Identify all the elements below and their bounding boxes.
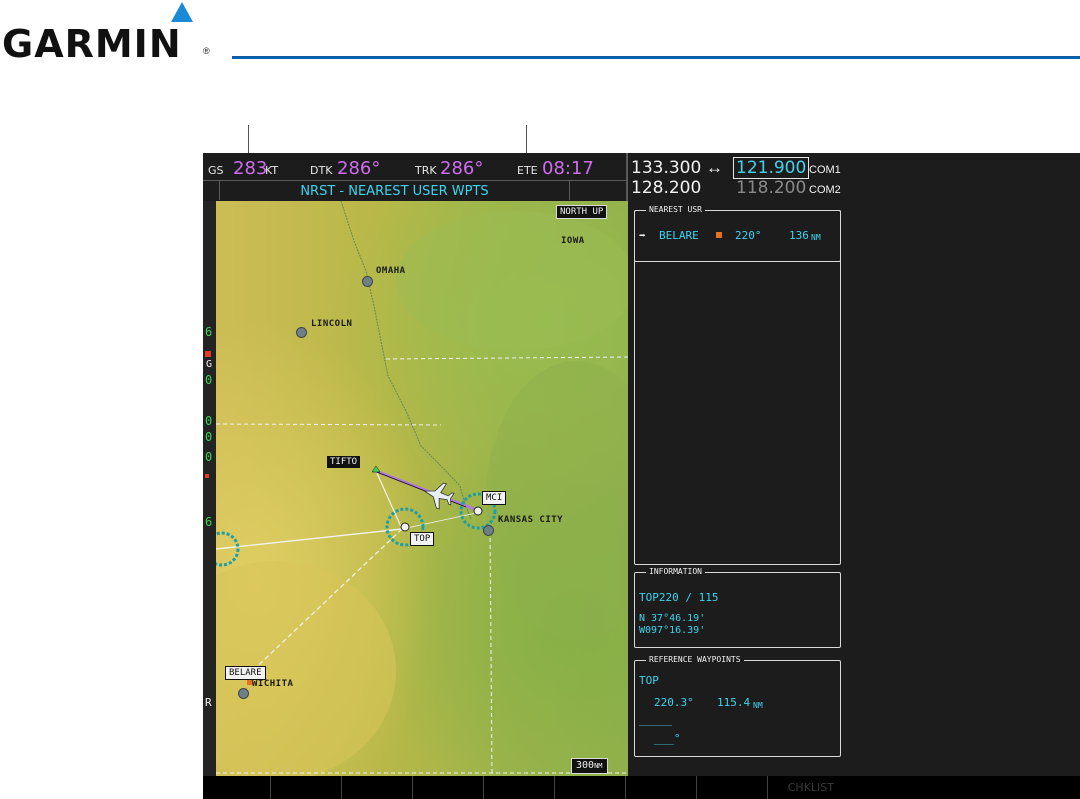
strip-red-dot (205, 474, 209, 478)
nearest-usr-list (634, 210, 841, 565)
belare-waypoint-label[interactable]: BELARE (225, 666, 266, 680)
reference-waypoint-1-bearing: 220.3° (654, 696, 694, 709)
map-orientation-label: NORTH UP (556, 205, 608, 219)
arrow-right-icon: ➡ (639, 229, 646, 242)
map-overlay (216, 201, 628, 777)
navbar-divider-right (569, 180, 570, 200)
com1-active[interactable]: 133.300 (631, 158, 701, 178)
wichita-marker[interactable] (238, 688, 249, 699)
strip-digit-6: 6 (205, 515, 213, 529)
wichita-label: WICHITA (252, 679, 294, 689)
information-name: TOP220 / 115 (639, 591, 719, 604)
gs-label: GS (208, 164, 224, 177)
com1-label: COM1 (809, 164, 841, 176)
aircraft-icon (423, 482, 455, 510)
strip-digit-5: 0 (205, 450, 213, 464)
strip-digit-1: 6 (205, 325, 213, 339)
reference-waypoint-1-unit: NM (753, 701, 763, 710)
map-range-value: 300 (576, 760, 595, 771)
strip-red-marker (205, 351, 211, 357)
tifto-waypoint-label[interactable]: TIFTO (327, 456, 361, 468)
trk-label: TRK (415, 164, 437, 177)
strip-letter-r: R (205, 696, 212, 709)
map-range[interactable]: 300NM (571, 758, 608, 774)
strip-digit-3: 0 (205, 414, 213, 428)
mfd-screen: GS 283 KT DTK 286° TRK 286° ETE 08:17 NR… (203, 153, 1080, 799)
softkey-6[interactable] (555, 776, 626, 799)
gs-value: 283 (233, 158, 268, 179)
dtk-label: DTK (310, 164, 333, 177)
com1-standby[interactable]: 121.900 (733, 157, 810, 179)
strip-digit-4: 0 (205, 430, 213, 444)
page-title: NRST - NEAREST USER WPTS (300, 184, 489, 199)
reference-waypoint-1-distance: 115.4 (717, 696, 751, 709)
reference-waypoint-1-name[interactable]: TOP (639, 674, 659, 687)
nearest-usr-title: NEAREST USR (646, 205, 705, 215)
omaha-marker[interactable] (362, 276, 373, 287)
nearest-usr-row[interactable]: ➡ BELARE 220° 136 NM (639, 229, 837, 242)
iowa-label: IOWA (561, 236, 585, 246)
softkey-5[interactable] (484, 776, 555, 799)
softkey-7[interactable] (626, 776, 697, 799)
com2-standby[interactable]: 118.200 (736, 178, 806, 198)
nearest-usr-name: BELARE (659, 229, 699, 242)
navbar-divider (203, 180, 626, 181)
reference-waypoints-title: REFERENCE WAYPOINTS (646, 655, 744, 665)
softkey-3[interactable] (342, 776, 413, 799)
softkey-8[interactable] (697, 776, 768, 799)
user-waypoint-square-icon (716, 232, 722, 238)
softkey-1[interactable] (203, 776, 271, 799)
softkey-2[interactable] (271, 776, 342, 799)
gs-unit: KT (265, 164, 279, 177)
reference-waypoint-2-name[interactable]: _____ (639, 713, 672, 726)
map-range-unit: NM (594, 762, 603, 770)
lincoln-marker[interactable] (296, 327, 307, 338)
trk-value: 286° (440, 158, 484, 179)
garmin-triangle-icon (171, 2, 193, 22)
com2-active[interactable]: 128.200 (631, 178, 701, 198)
kansas-city-label: KANSAS CITY (498, 515, 564, 525)
swap-arrow-icon: ↔ (706, 158, 723, 177)
nearest-usr-bearing: 220° (735, 229, 762, 242)
information-lon: W097°16.39' (639, 625, 706, 636)
registered-mark: ® (203, 46, 210, 56)
top-waypoint-label[interactable]: TOP (410, 532, 435, 546)
strip-digit-2: 0 (205, 373, 213, 387)
dtk-value: 286° (337, 158, 381, 179)
softkey-chklist[interactable]: CHKLIST (768, 776, 838, 799)
reference-waypoint-2-bearing: ___° (654, 732, 681, 745)
softkey-chklist-label: CHKLIST (787, 781, 834, 794)
strip-letter-g: G (206, 359, 213, 370)
kansas-city-marker[interactable] (483, 525, 494, 536)
softkey-4[interactable] (413, 776, 484, 799)
nearest-usr-distance: 136 (789, 229, 809, 242)
mci-waypoint-label[interactable]: MCI (482, 491, 507, 505)
garmin-logo: GARMIN (2, 22, 182, 66)
lincoln-label: LINCOLN (311, 319, 353, 329)
information-title: INFORMATION (646, 567, 705, 577)
ete-label: ETE (517, 164, 538, 177)
nearest-usr-unit: NM (811, 233, 821, 242)
header-rule (232, 56, 1080, 59)
ete-value: 08:17 (542, 158, 594, 179)
com2-label: COM2 (809, 184, 841, 196)
left-instrument-strip: 6 G 0 0 0 0 6 R (203, 201, 216, 776)
navigation-map[interactable]: OMAHA LINCOLN KANSAS CITY WICHITA IOWA T… (216, 201, 628, 777)
omaha-label: OMAHA (376, 266, 406, 276)
